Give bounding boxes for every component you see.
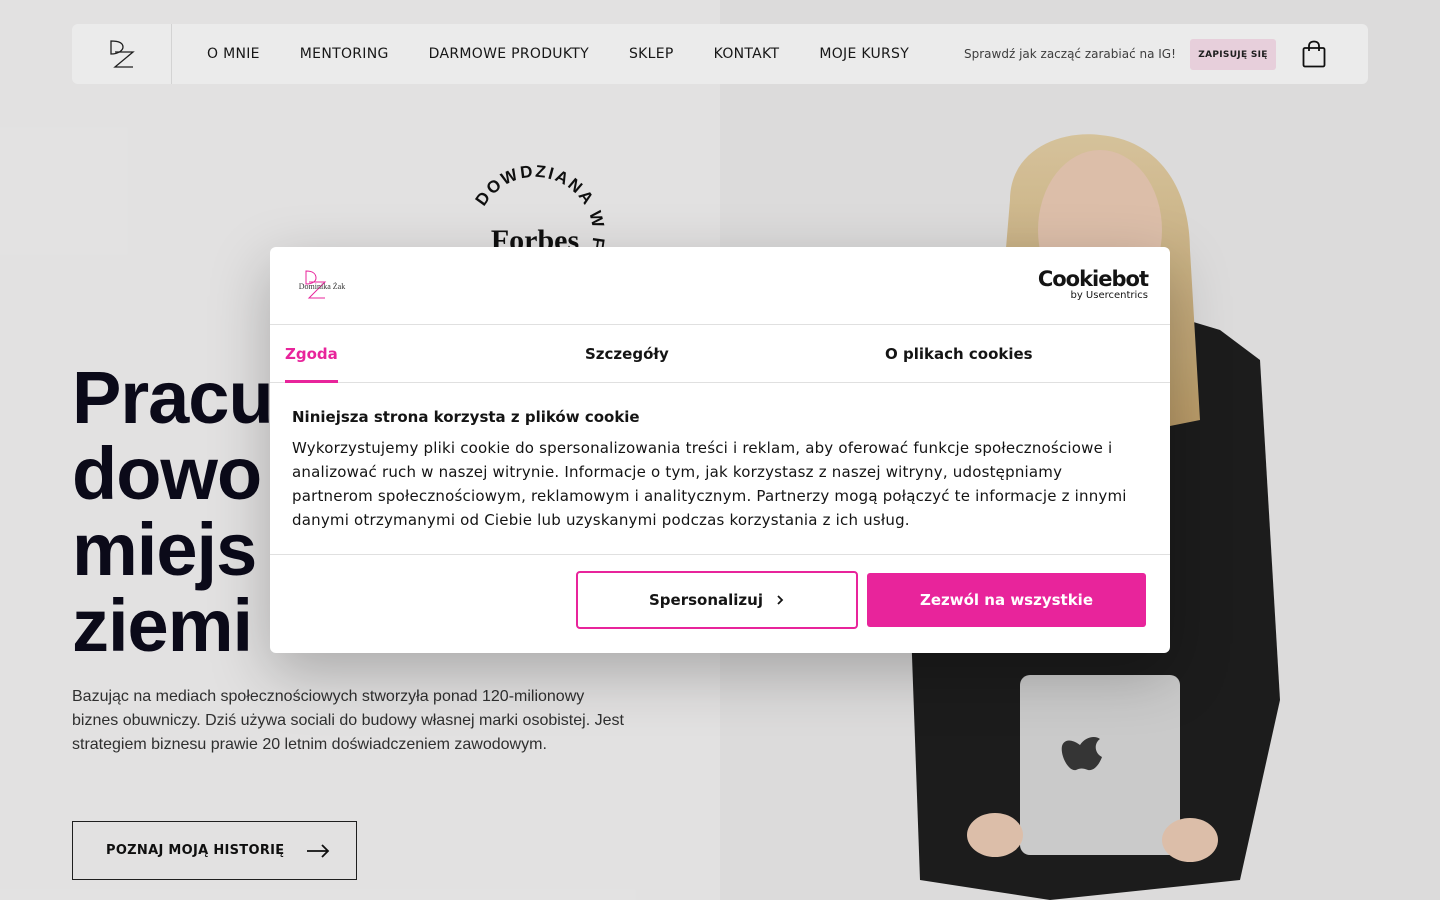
tab-zgoda[interactable]: Zgoda [285, 325, 338, 383]
customize-button[interactable]: Spersonalizuj [576, 571, 858, 629]
dialog-header: Dominika Żak Cookiebot by Usercentrics [270, 247, 1170, 325]
customize-button-label: Spersonalizuj [649, 591, 763, 609]
cookiebot-brand: Cookiebot by Usercentrics [1037, 267, 1149, 302]
dialog-footer: Spersonalizuj Zezwól na wszystkie [270, 555, 1170, 653]
cookiebot-sub: by Usercentrics [1070, 290, 1148, 301]
tab-szczegoly[interactable]: Szczegóły [585, 325, 669, 382]
dialog-body: Niniejsza strona korzysta z plików cooki… [270, 383, 1170, 555]
cookiebot-logo: Cookiebot [1037, 267, 1149, 291]
tab-o-plikach-cookies[interactable]: O plikach cookies [885, 325, 1033, 382]
dialog-tabs: Zgoda Szczegóły O plikach cookies [270, 325, 1170, 383]
site-logo-small: Dominika Żak [299, 270, 345, 299]
chevron-right-icon [777, 595, 784, 605]
cookie-consent-dialog: Dominika Żak Cookiebot by Usercentrics Z… [270, 247, 1170, 653]
logo-name-text: Dominika Żak [299, 282, 345, 291]
allow-all-button[interactable]: Zezwól na wszystkie [867, 573, 1146, 627]
dialog-text: Wykorzystujemy pliki cookie do spersonal… [292, 439, 1127, 529]
dialog-heading: Niniejsza strona korzysta z plików cooki… [292, 408, 640, 426]
